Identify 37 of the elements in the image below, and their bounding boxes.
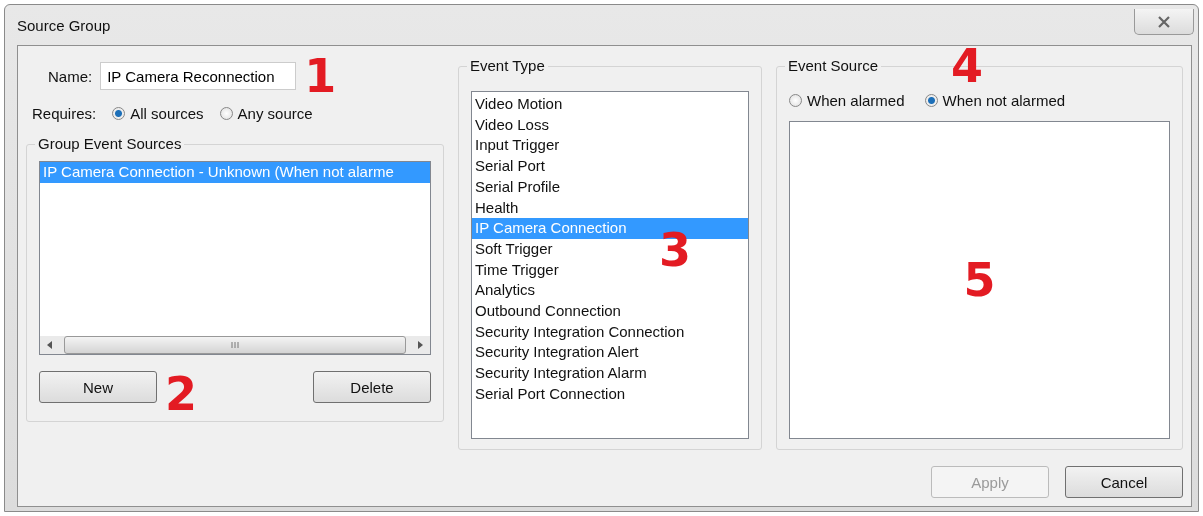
list-item[interactable]: Time Trigger <box>472 259 562 281</box>
list-item[interactable]: Video Loss <box>472 114 552 136</box>
close-button[interactable] <box>1134 9 1194 35</box>
name-label: Name: <box>48 67 93 85</box>
list-item[interactable]: Analytics <box>472 280 539 302</box>
list-item[interactable]: Security Integration Alert <box>472 342 642 364</box>
radio-label: All sources <box>130 104 204 122</box>
radio-button[interactable] <box>112 106 126 120</box>
radio-button[interactable] <box>219 106 233 120</box>
list-item[interactable]: Serial Port <box>472 156 549 177</box>
scroll-right-icon[interactable] <box>416 340 424 350</box>
window-title: Source Group <box>17 16 111 34</box>
list-item[interactable]: Input Trigger <box>472 135 563 157</box>
list-item[interactable]: Health <box>472 197 522 219</box>
delete-button[interactable]: Delete <box>313 371 431 403</box>
list-item[interactable]: Security Integration Connection <box>472 321 688 343</box>
scroll-left-icon[interactable] <box>46 340 54 350</box>
cancel-button[interactable]: Cancel <box>1065 466 1183 498</box>
name-field[interactable]: IP Camera Reconnection <box>100 62 297 90</box>
list-item[interactable]: Video Motion <box>472 94 566 115</box>
list-item[interactable]: Soft Trigger <box>472 238 556 260</box>
annotation-number: 2 <box>165 371 197 417</box>
list-item[interactable]: Serial Profile <box>472 176 564 198</box>
list-item[interactable]: Outbound Connection <box>472 301 624 322</box>
close-icon <box>1157 15 1171 28</box>
list-item[interactable]: Serial Port Connection <box>472 383 629 405</box>
radio-label: When not alarmed <box>942 91 1066 109</box>
requires-label: Requires: <box>32 104 97 122</box>
radio-button[interactable] <box>924 93 938 107</box>
annotation-number: 5 <box>963 257 996 303</box>
list-item[interactable]: Security Integration Alarm <box>472 363 650 384</box>
radio-label: Any source <box>237 104 313 122</box>
new-button[interactable]: New <box>39 371 157 403</box>
annotation-number: 1 <box>304 53 337 99</box>
radio-label: When alarmed <box>807 91 905 109</box>
radio-button[interactable] <box>789 93 802 107</box>
annotation-number: 4 <box>951 43 983 89</box>
